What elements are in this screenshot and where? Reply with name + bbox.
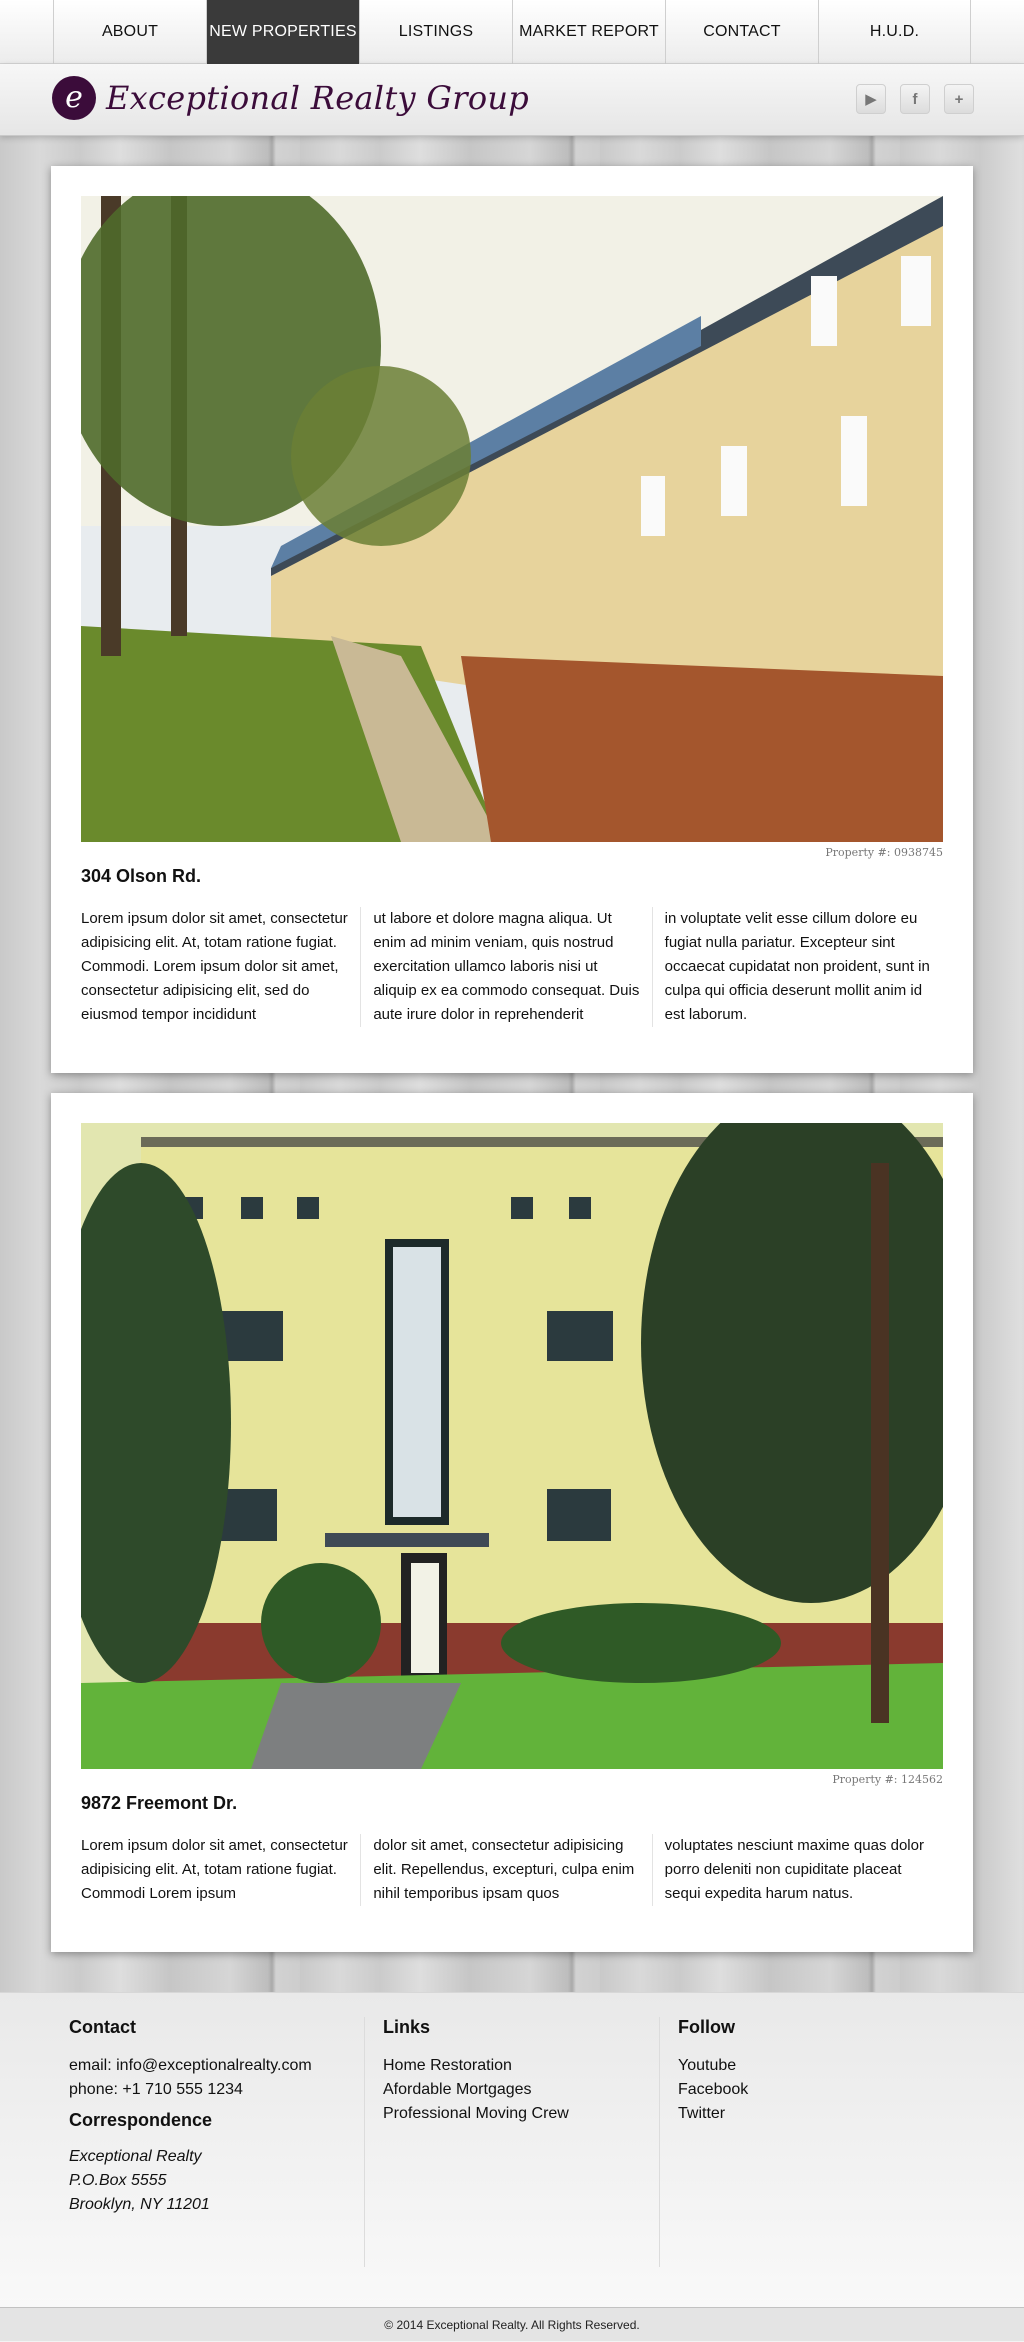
description-column: ut labore et dolore magna aliqua. Ut eni… bbox=[360, 907, 651, 1027]
property-title: 9872 Freemont Dr. bbox=[81, 1793, 238, 1813]
follow-link-facebook[interactable]: Facebook bbox=[678, 2078, 954, 2102]
follow-link-twitter[interactable]: Twitter bbox=[678, 2102, 954, 2126]
property-number: Property #: 124562 bbox=[832, 1773, 943, 1786]
twitter-icon[interactable]: ▶ bbox=[856, 84, 886, 114]
description-column: Lorem ipsum dolor sit amet, consectetur … bbox=[81, 910, 348, 1023]
property-photo[interactable] bbox=[81, 196, 943, 842]
top-nav: ABOUT NEW PROPERTIES LISTINGS MARKET REP… bbox=[0, 0, 1024, 64]
follow-heading: Follow bbox=[678, 2017, 735, 2037]
description-column: Lorem ipsum dolor sit amet, consectetur … bbox=[81, 1837, 348, 1902]
address-line: Exceptional Realty bbox=[69, 2148, 202, 2165]
facebook-icon[interactable]: f bbox=[900, 84, 930, 114]
nav-item-new-properties[interactable]: NEW PROPERTIES bbox=[206, 0, 359, 64]
footer: Contact email: info@exceptionalrealty.co… bbox=[0, 1992, 1024, 2307]
social-links: ▶ f + bbox=[856, 84, 974, 114]
property-photo[interactable] bbox=[81, 1123, 943, 1769]
plus-icon[interactable]: + bbox=[944, 84, 974, 114]
brand-bar: e Exceptional Realty Group ▶ f + bbox=[0, 64, 1024, 136]
links-heading: Links bbox=[383, 2017, 431, 2037]
footer-link-moving-crew[interactable]: Professional Moving Crew bbox=[383, 2102, 659, 2126]
logo[interactable]: e Exceptional Realty Group bbox=[52, 76, 529, 120]
follow-link-youtube[interactable]: Youtube bbox=[678, 2054, 954, 2078]
property-number: Property #: 0938745 bbox=[825, 846, 943, 859]
nav-item-contact[interactable]: CONTACT bbox=[665, 0, 818, 64]
contact-email[interactable]: email: info@exceptionalrealty.com bbox=[69, 2054, 364, 2078]
copyright: © 2014 Exceptional Realty. All Rights Re… bbox=[0, 2307, 1024, 2341]
footer-link-mortgages[interactable]: Afordable Mortgages bbox=[383, 2078, 659, 2102]
nav-item-hud[interactable]: H.U.D. bbox=[818, 0, 971, 64]
contact-heading: Contact bbox=[69, 2017, 136, 2037]
footer-follow: Follow Youtube Facebook Twitter bbox=[659, 2017, 954, 2267]
brand-name: Exceptional Realty Group bbox=[106, 79, 530, 117]
property-title: 304 Olson Rd. bbox=[81, 866, 202, 886]
address-line: P.O.Box 5555 bbox=[69, 2172, 167, 2189]
listings-area: Property #: 0938745 304 Olson Rd. Lorem … bbox=[0, 136, 1024, 1992]
address-line: Brooklyn, NY 11201 bbox=[69, 2196, 210, 2213]
property-description: Lorem ipsum dolor sit amet, consectetur … bbox=[81, 907, 943, 1027]
description-column: dolor sit amet, consectetur adipisicing … bbox=[360, 1834, 651, 1906]
nav-item-about[interactable]: ABOUT bbox=[53, 0, 206, 64]
correspondence-heading: Correspondence bbox=[69, 2110, 213, 2130]
nav-item-listings[interactable]: LISTINGS bbox=[359, 0, 512, 64]
property-description: Lorem ipsum dolor sit amet, consectetur … bbox=[81, 1834, 943, 1906]
description-column: voluptates nesciunt maxime quas dolor po… bbox=[651, 1834, 943, 1906]
property-card: Property #: 124562 9872 Freemont Dr. Lor… bbox=[51, 1093, 973, 1952]
contact-phone: phone: +1 710 555 1234 bbox=[69, 2081, 243, 2098]
footer-link-home-restoration[interactable]: Home Restoration bbox=[383, 2054, 659, 2078]
footer-contact: Contact email: info@exceptionalrealty.co… bbox=[69, 2017, 364, 2267]
nav-item-market-report[interactable]: MARKET REPORT bbox=[512, 0, 665, 64]
description-column: in voluptate velit esse cillum dolore eu… bbox=[651, 907, 943, 1027]
footer-links: Links Home Restoration Afordable Mortgag… bbox=[364, 2017, 659, 2267]
logo-mark-icon: e bbox=[52, 76, 96, 120]
property-card: Property #: 0938745 304 Olson Rd. Lorem … bbox=[51, 166, 973, 1073]
